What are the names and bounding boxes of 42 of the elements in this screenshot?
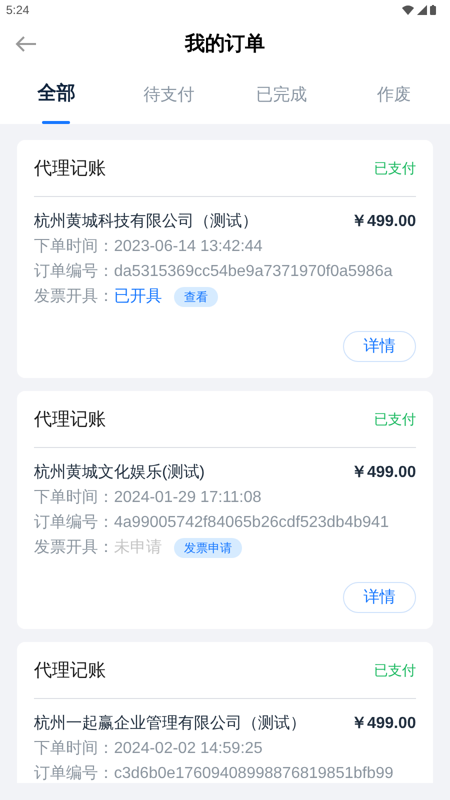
invoice-status: 未申请 <box>114 538 162 558</box>
invoice-button[interactable]: 发票申请 <box>174 538 242 558</box>
field-label: 下单时间： <box>34 738 114 759</box>
company-name: 杭州一起赢企业管理有限公司（测试） <box>34 714 306 734</box>
company-name: 杭州黄城科技有限公司（测试） <box>34 212 258 232</box>
details-button[interactable]: 详情 <box>343 331 416 362</box>
signal-icon <box>417 5 427 15</box>
page-title: 我的订单 <box>185 32 265 57</box>
wifi-icon <box>402 5 414 15</box>
field-label: 下单时间： <box>34 488 114 508</box>
company-name: 杭州黄城文化娱乐(测试) <box>34 462 205 483</box>
order-time: 2024-01-29 17:11:08 <box>114 488 262 508</box>
order-status: 已支付 <box>374 158 416 178</box>
order-number: 4a99005742f84065b26cdf523db4b941 <box>114 513 389 533</box>
invoice-button[interactable]: 查看 <box>174 286 218 306</box>
field-label: 订单编号： <box>34 764 114 783</box>
order-number: c3d6b0e17609408998876819851bfb99 <box>114 764 394 783</box>
service-name: 代理记账 <box>34 408 106 430</box>
service-name: 代理记账 <box>34 658 106 682</box>
order-time: 2023-06-14 13:42:44 <box>114 237 263 257</box>
order-time: 2024-02-02 14:59:25 <box>114 739 263 759</box>
order-price: ￥499.00 <box>351 714 416 734</box>
tab[interactable]: 待支付 <box>112 68 225 124</box>
order-number: da5315369cc54be9a7371970f0a5986a <box>114 262 392 282</box>
order-status: 已支付 <box>374 410 416 428</box>
service-name: 代理记账 <box>34 156 106 180</box>
back-icon[interactable] <box>15 35 37 53</box>
details-button[interactable]: 详情 <box>343 582 416 613</box>
field-label: 发票开具： <box>34 538 114 558</box>
tab[interactable]: 全部 <box>0 68 112 124</box>
field-label: 下单时间： <box>34 236 114 257</box>
order-status: 已支付 <box>374 660 416 680</box>
order-price: ￥499.00 <box>351 212 416 232</box>
tab[interactable]: 已完成 <box>225 68 338 124</box>
battery-icon <box>430 5 436 15</box>
field-label: 发票开具： <box>34 287 114 307</box>
invoice-status: 已开具 <box>114 287 162 307</box>
status-time: 5:24 <box>6 2 30 19</box>
tab[interactable]: 作废 <box>338 68 450 124</box>
order-price: ￥499.00 <box>351 463 416 483</box>
field-label: 订单编号： <box>34 262 114 282</box>
field-label: 订单编号： <box>34 512 114 533</box>
